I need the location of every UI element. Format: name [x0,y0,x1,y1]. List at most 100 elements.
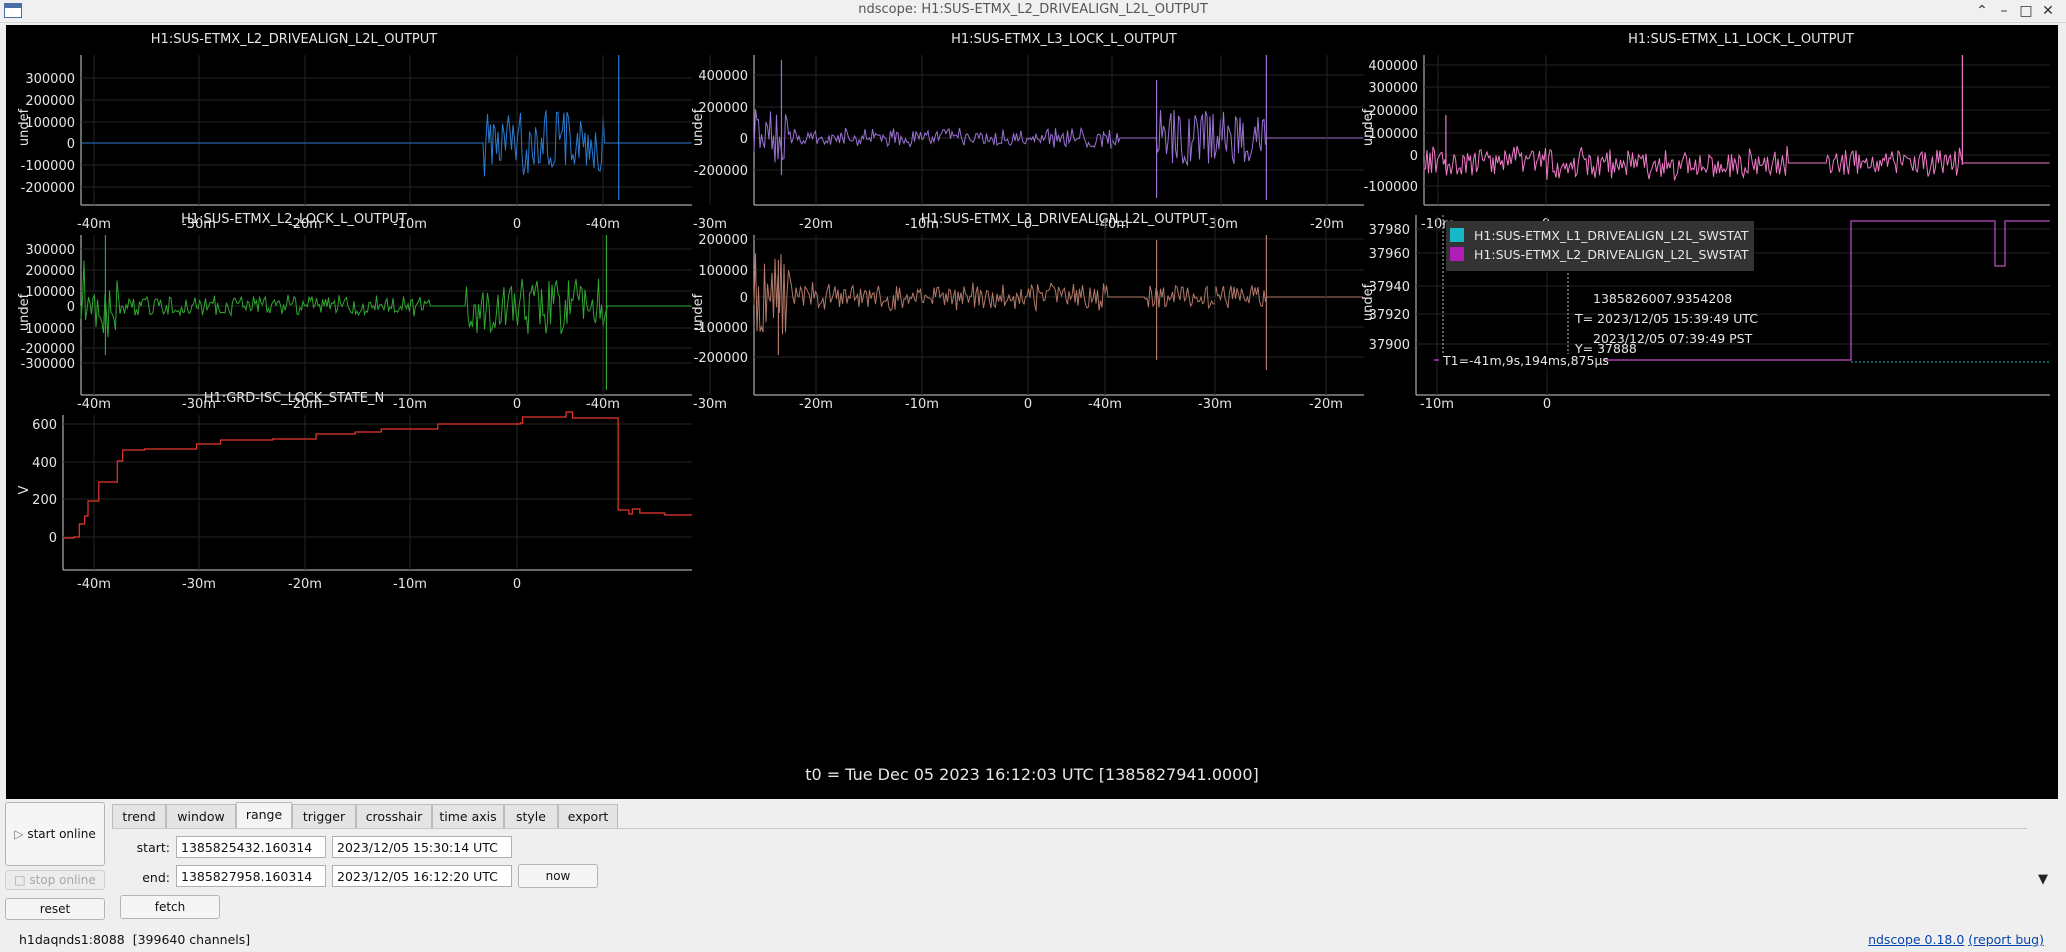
x-tick-label: -20m [1310,217,1344,232]
x-tick-label: -30m [182,577,216,592]
y-tick-label: 400000 [698,69,748,84]
tab-time-axis[interactable]: time axis [432,804,504,828]
legend: H1:SUS-ETMX_L1_DRIVEALIGN_L2L_SWSTAT H1:S… [1446,221,1754,271]
state-trace [63,411,692,539]
plot-panel-6[interactable]: undef3798037960379403792037900-40m -30m -2… [1088,215,2050,412]
control-panel: ▷ start online □ stop online reset trend… [0,800,2066,930]
x-tick-label: -30m [693,397,727,412]
t0-label: t0 = Tue Dec 05 2023 16:12:03 UTC [13858… [805,765,1259,784]
tab-style[interactable]: style [504,804,558,828]
y-tick-label: 200000 [1368,104,1418,119]
x-tick-label: -30m [1198,397,1232,412]
y-tick-label: -200000 [694,351,748,366]
reset-button[interactable]: reset [5,898,105,920]
minimize-button[interactable]: – [1994,1,2014,21]
tab-window[interactable]: window [166,804,236,828]
x-tick-label: 0 [513,577,521,592]
y-tick-label: 0 [1410,149,1418,164]
y-tick-label: 0 [740,132,748,147]
plot-panel-1[interactable]: H1:SUS-ETMX_L2_DRIVEALIGN_L2L_OUTPUTunde… [17,32,692,232]
start-utc-field[interactable] [332,836,512,858]
tab-crosshair[interactable]: crosshair [356,804,432,828]
tab-trigger[interactable]: trigger [292,804,356,828]
tab-trend[interactable]: trend [112,804,166,828]
expand-panel-icon[interactable]: ▼ [2038,872,2048,887]
plot-title: H1:SUS-ETMX_L2_LOCK_L_OUTPUT [181,212,407,227]
plot-panel-5[interactable]: H1:SUS-ETMX_L3_DRIVEALIGN_L2L_OUTPUTunde… [586,212,1364,412]
y-tick-label: 400000 [1368,59,1418,74]
x-tick-label: -10m [905,397,939,412]
collapse-icon[interactable]: ⌃ [1972,1,1992,21]
tab-export[interactable]: export [558,804,618,828]
x-tick-label: -30m [1204,217,1238,232]
y-tick-label: 37960 [1369,247,1410,262]
plots-canvas[interactable]: H1:SUS-ETMX_L2_DRIVEALIGN_L2L_OUTPUTunde… [6,25,2058,799]
y-tick-label: 0 [740,291,748,306]
maximize-button[interactable]: □ [2016,1,2036,21]
y-tick-label: -100000 [1364,180,1418,195]
play-icon: ▷ [14,827,28,841]
y-tick-label: -200000 [694,164,748,179]
signal-trace [753,109,1363,167]
now-button[interactable]: now [518,864,598,888]
y-tick-label: 37920 [1369,308,1410,323]
y-tick-label: -200000 [21,342,75,357]
plot-panel-4[interactable]: H1:SUS-ETMX_L2_LOCK_L_OUTPUTundef3000002… [17,212,692,412]
y-tick-label: 37900 [1369,338,1410,353]
x-tick-label: -40m [586,397,620,412]
y-tick-label: 200000 [25,264,75,279]
server-status: h1daqnds1:8088 [399640 channels] [19,932,250,947]
end-label: end: [142,870,170,885]
x-tick-label: -20m [799,217,833,232]
version-link[interactable]: ndscope 0.18.0 [1868,932,1964,947]
x-tick-label: -10m [393,577,427,592]
x-tick-label: 0 [1024,397,1032,412]
stop-online-button[interactable]: □ stop online [5,870,105,890]
start-label: start: [136,840,170,855]
server-address: h1daqnds1:8088 [19,932,125,947]
cursor-time-utc: T= 2023/12/05 15:39:49 UTC [1574,311,1758,326]
y-tick-label: 0 [49,531,57,546]
window-title: ndscope: H1:SUS-ETMX_L2_DRIVEALIGN_L2L_O… [858,2,1208,17]
signal-trace [80,260,692,338]
y-tick-label: -100000 [694,321,748,336]
cursor-gps: 1385826007.9354208 [1593,291,1732,306]
x-tick-label: -20m [1309,397,1343,412]
report-bug-link[interactable]: (report bug) [1968,932,2044,947]
plot-title: H1:SUS-ETMX_L1_LOCK_L_OUTPUT [1628,32,1854,47]
status-bar: h1daqnds1:8088 [399640 channels] ndscope… [0,930,2066,952]
plot-panel-7[interactable]: H1:GRD-ISC_LOCK_STATE_N V 600 400 200 0 -40m -3… [17,391,692,592]
plot-panel-3[interactable]: H1:SUS-ETMX_L1_LOCK_L_OUTPUTundef4000003… [1095,32,2050,232]
end-utc-field[interactable] [332,865,512,887]
legend-swatch [1450,247,1464,261]
title-bar: ndscope: H1:SUS-ETMX_L2_DRIVEALIGN_L2L_O… [0,0,2066,23]
plot-title: H1:SUS-ETMX_L3_DRIVEALIGN_L2L_OUTPUT [921,212,1207,227]
legend-entry: H1:SUS-ETMX_L1_DRIVEALIGN_L2L_SWSTAT [1474,228,1749,243]
x-tick-label: -40m [77,397,111,412]
start-online-button[interactable]: ▷ start online [5,802,105,866]
end-gps-field[interactable] [176,865,326,887]
y-tick-label: 300000 [1368,81,1418,96]
plot-title: H1:GRD-ISC_LOCK_STATE_N [204,391,384,406]
start-gps-field[interactable] [176,836,326,858]
plot-panel-2[interactable]: H1:SUS-ETMX_L3_LOCK_L_OUTPUTundef4000002… [586,32,1364,232]
y-axis-label: V [17,485,32,494]
close-button[interactable]: ✕ [2038,1,2058,21]
stop-icon: □ [14,873,30,887]
y-tick-label: 37940 [1369,280,1410,295]
x-tick-label: -10m [1420,397,1454,412]
legend-swatch [1450,228,1464,242]
y-tick-label: -200000 [21,181,75,196]
version-info: ndscope 0.18.0 (report bug) [1868,932,2044,947]
y-tick-label: 100000 [1368,127,1418,142]
fetch-button[interactable]: fetch [120,895,220,919]
plot-area[interactable]: H1:SUS-ETMX_L2_DRIVEALIGN_L2L_OUTPUT unde… [6,25,2058,799]
y-tick-label: 100000 [698,264,748,279]
tab-range[interactable]: range [236,802,292,828]
y-tick-label: 300000 [25,243,75,258]
y-tick-label: 100000 [25,285,75,300]
x-tick-label: -20m [288,577,322,592]
y-tick-label: -100000 [21,159,75,174]
y-tick-label: 200000 [25,94,75,109]
x-tick-label: -40m [1088,397,1122,412]
